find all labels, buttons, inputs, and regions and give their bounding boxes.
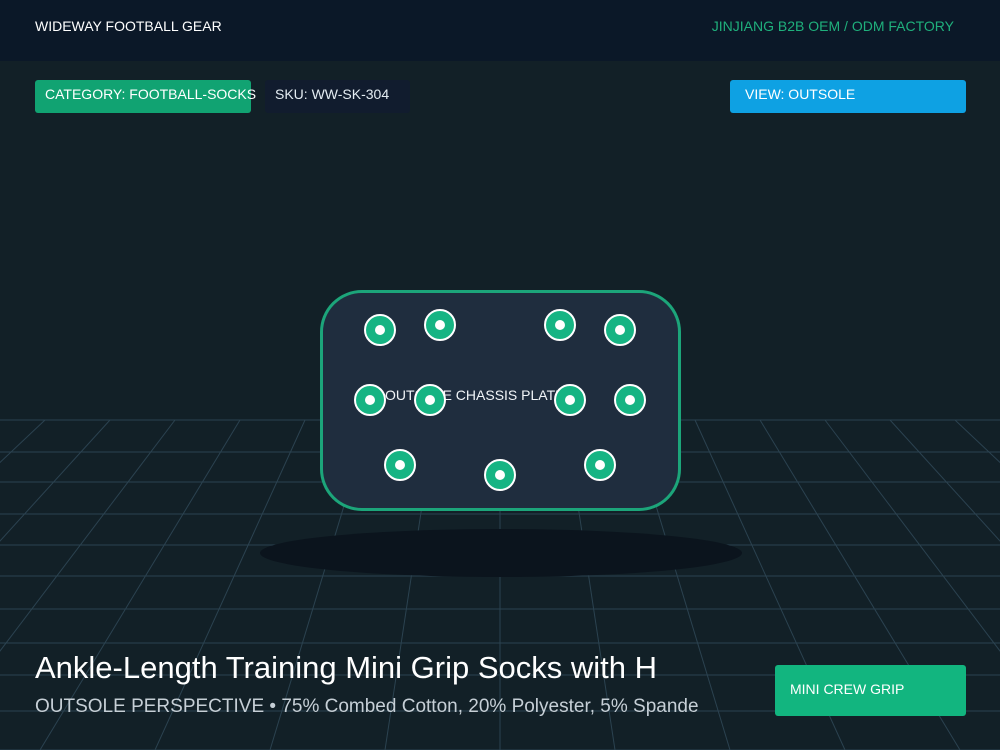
grip-stud (384, 449, 416, 481)
product-title: Ankle-Length Training Mini Grip Socks wi… (35, 650, 657, 685)
grip-stud (554, 384, 586, 416)
variant-button[interactable]: MINI CREW GRIP (775, 665, 966, 716)
grip-stud (364, 314, 396, 346)
brand-name[interactable]: WIDEWAY FOOTBALL GEAR (35, 18, 222, 34)
category-chip[interactable]: CATEGORY: FOOTBALL-SOCKS (35, 80, 256, 113)
product-subtitle: OUTSOLE PERSPECTIVE • 75% Combed Cotton,… (35, 696, 699, 717)
grip-stud (414, 384, 446, 416)
grip-stud (424, 309, 456, 341)
view-toggle-button[interactable]: VIEW: OUTSOLE (730, 80, 966, 113)
grip-stud (544, 309, 576, 341)
top-bar: WIDEWAY FOOTBALL GEAR JINJIANG B2B OEM /… (0, 0, 1000, 61)
factory-tagline: JINJIANG B2B OEM / ODM FACTORY (711, 18, 954, 34)
grip-stud (614, 384, 646, 416)
grip-stud (354, 384, 386, 416)
grip-stud (584, 449, 616, 481)
grip-stud (604, 314, 636, 346)
plate-label: OUTSOLE CHASSIS PLATE (385, 387, 565, 403)
plate-shadow (260, 529, 742, 577)
sku-chip: SKU: WW-SK-304 (265, 80, 410, 113)
grip-stud (484, 459, 516, 491)
